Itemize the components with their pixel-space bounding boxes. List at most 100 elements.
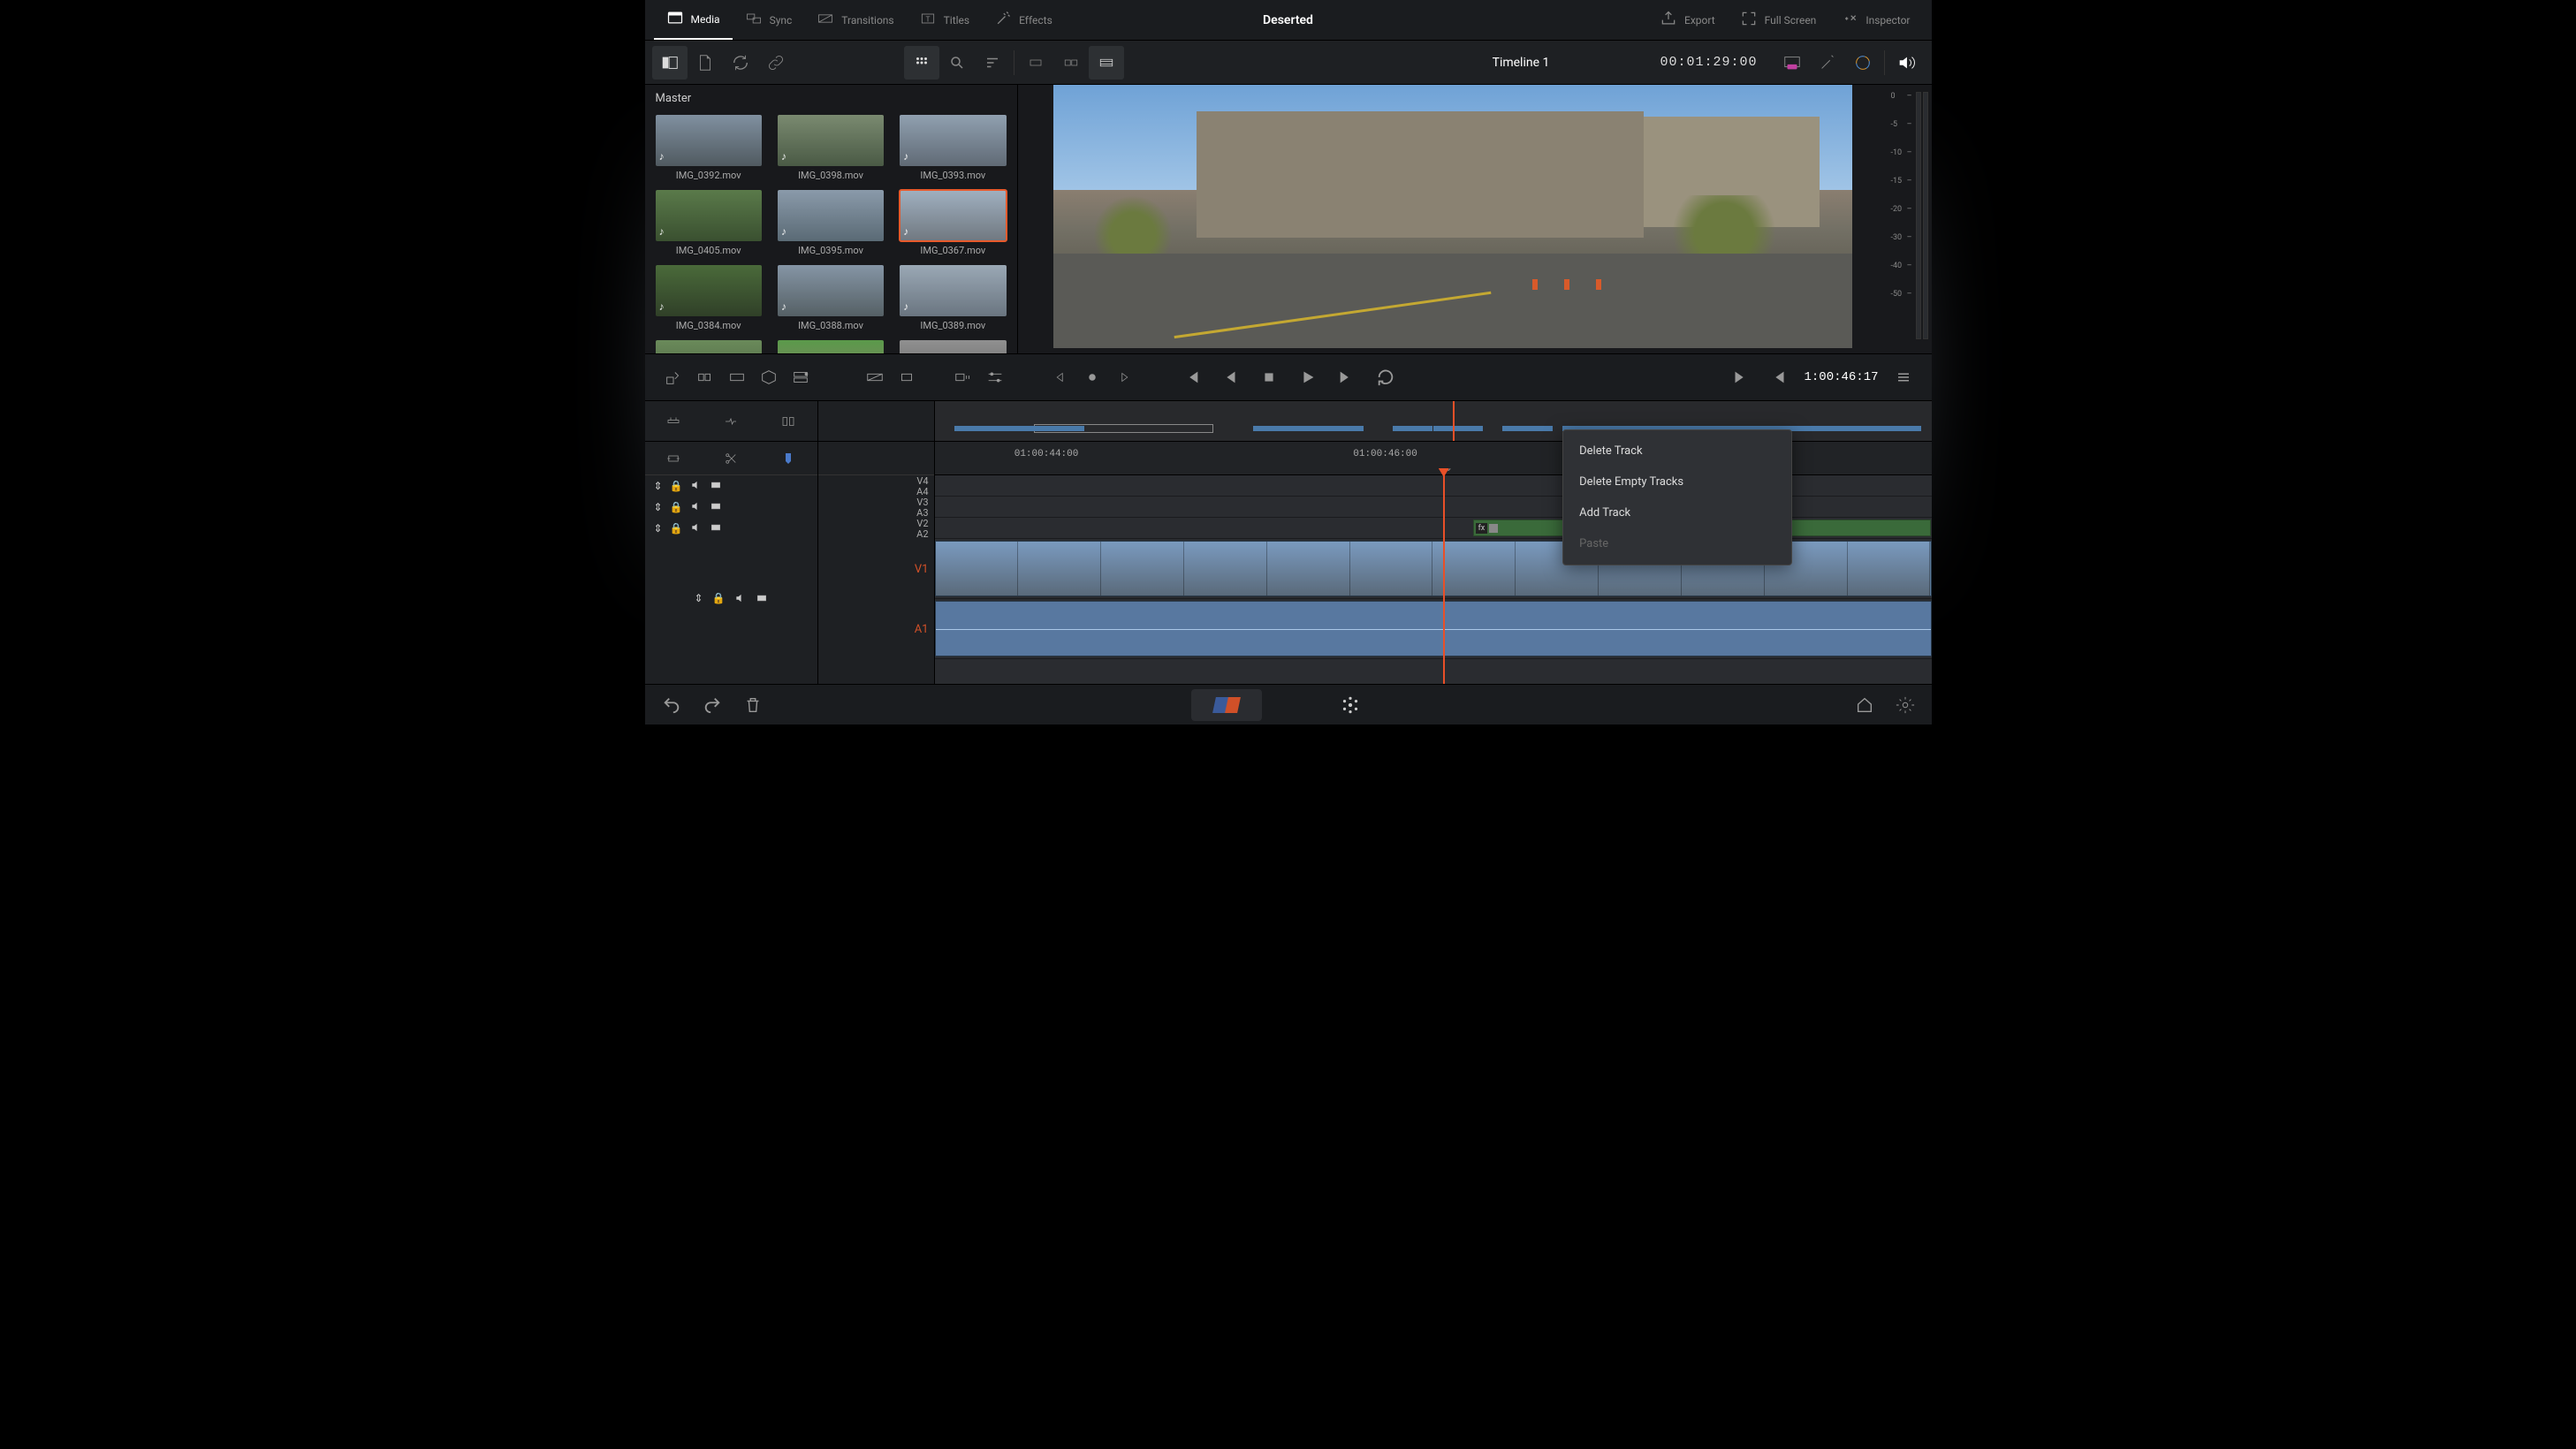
scissors-button[interactable]	[717, 444, 745, 473]
tl-tool-2[interactable]	[717, 407, 745, 436]
redo-button[interactable]	[700, 693, 725, 717]
sync-bin-button[interactable]	[723, 46, 758, 80]
select-mode-button[interactable]	[659, 444, 688, 473]
grid-view-button[interactable]	[904, 46, 939, 80]
collapse-icon[interactable]: ⇕	[654, 480, 663, 492]
lock-icon[interactable]: 🔒	[670, 522, 683, 535]
step-back-button[interactable]	[1216, 363, 1244, 391]
filmstrip-icon[interactable]	[756, 592, 768, 607]
go-to-start-button[interactable]	[1177, 363, 1205, 391]
clip-thumbnail[interactable]: ♪	[656, 190, 762, 241]
track-label-v4[interactable]: V4	[818, 475, 934, 486]
layout-toggle-button[interactable]	[652, 46, 688, 80]
mute-button[interactable]	[1888, 46, 1924, 80]
loop-button[interactable]	[1372, 363, 1400, 391]
speaker-icon[interactable]	[690, 521, 703, 536]
lock-icon[interactable]: 🔒	[670, 501, 683, 513]
tl-tool-1[interactable]	[659, 407, 688, 436]
play-button[interactable]	[1294, 363, 1322, 391]
track-label-v3[interactable]: V3	[818, 497, 934, 507]
clip-thumbnail[interactable]: ♪	[778, 115, 884, 166]
marker-tool-button[interactable]	[774, 444, 802, 473]
filmstrip-icon[interactable]	[710, 521, 722, 536]
insert-clip-button[interactable]	[659, 363, 688, 391]
prev-edit-button[interactable]	[1765, 363, 1793, 391]
clip-thumbnail[interactable]: ♪	[900, 115, 1006, 166]
clip-on-a1[interactable]	[935, 601, 1932, 656]
source-tape-button[interactable]	[1053, 46, 1089, 80]
next-edit-small-button[interactable]	[1110, 363, 1138, 391]
overview-clip[interactable]	[1433, 426, 1483, 431]
close-up-button[interactable]	[755, 363, 783, 391]
tools-dropdown[interactable]	[949, 363, 977, 391]
context-menu-item[interactable]: Add Track	[1563, 497, 1791, 528]
media-clip[interactable]: ♪	[656, 340, 762, 353]
fullscreen-button[interactable]: Full Screen	[1728, 10, 1829, 30]
tab-transitions[interactable]: Transitions	[804, 0, 906, 40]
tab-titles[interactable]: T Titles	[907, 0, 982, 40]
tab-media[interactable]: Media	[654, 0, 733, 40]
media-clip[interactable]: ♪IMG_0395.mov	[778, 190, 884, 256]
clip-thumbnail[interactable]: ♪	[900, 340, 1006, 353]
clip-thumbnail[interactable]: ♪	[778, 340, 884, 353]
bin-breadcrumb[interactable]: Master	[645, 85, 1017, 111]
playhead[interactable]	[1443, 475, 1445, 684]
media-clip[interactable]: ♪IMG_0393.mov	[900, 115, 1006, 181]
collapse-icon[interactable]: ⇕	[694, 592, 703, 607]
overview-clip[interactable]	[1064, 426, 1084, 431]
cut-button[interactable]	[893, 363, 921, 391]
export-button[interactable]: Export	[1647, 10, 1728, 30]
track-label-a4[interactable]: A4	[818, 486, 934, 497]
clip-thumbnail[interactable]: ♪	[656, 115, 762, 166]
track-label-a2[interactable]: A2	[818, 528, 934, 539]
timeline-tracks[interactable]: ⌄ 01:00:44:0001:00:46:00 fx Delete Track…	[935, 401, 1932, 684]
media-clip[interactable]: ♪	[900, 340, 1006, 353]
import-media-button[interactable]	[688, 46, 723, 80]
track-a1[interactable]	[935, 599, 1932, 659]
media-clip[interactable]: ♪IMG_0388.mov	[778, 265, 884, 331]
clip-thumbnail[interactable]: ♪	[778, 190, 884, 241]
media-clip[interactable]: ♪IMG_0389.mov	[900, 265, 1006, 331]
track-header-v2a2[interactable]: ⇕ 🔒	[645, 518, 817, 539]
color-sparkle-button[interactable]	[1845, 46, 1881, 80]
tab-effects[interactable]: Effects	[982, 0, 1065, 40]
clip-thumbnail[interactable]: ♪	[778, 265, 884, 316]
viewer-menu-button[interactable]	[1889, 363, 1918, 391]
timecode-display[interactable]: 00:01:29:00	[1660, 55, 1757, 70]
inspector-button[interactable]: Inspector	[1828, 10, 1922, 30]
bypass-fx-button[interactable]	[1810, 46, 1845, 80]
overview-clip[interactable]	[1393, 426, 1413, 431]
home-button[interactable]	[1852, 693, 1877, 717]
go-to-end-button[interactable]	[1333, 363, 1361, 391]
overview-clip[interactable]	[1253, 426, 1363, 431]
media-clip[interactable]: ♪IMG_0384.mov	[656, 265, 762, 331]
proxy-badge[interactable]	[1774, 46, 1810, 80]
track-header-v3a3[interactable]: ⇕ 🔒	[645, 497, 817, 518]
track-header-v4a4[interactable]: ⇕ 🔒	[645, 475, 817, 497]
speaker-icon[interactable]	[734, 592, 747, 607]
stop-button[interactable]	[1255, 363, 1283, 391]
other-page-button[interactable]	[1315, 689, 1386, 721]
context-menu-item[interactable]: Delete Track	[1563, 436, 1791, 467]
ripple-overwrite-button[interactable]	[723, 363, 751, 391]
overview-clip[interactable]	[1502, 426, 1552, 431]
link-clips-button[interactable]	[758, 46, 794, 80]
sort-button[interactable]	[975, 46, 1010, 80]
tab-sync[interactable]: Sync	[733, 0, 805, 40]
dual-viewer-button[interactable]	[1089, 46, 1124, 80]
track-label-a1[interactable]: A1	[818, 599, 934, 659]
media-clip[interactable]: ♪IMG_0405.mov	[656, 190, 762, 256]
prev-edit-small-button[interactable]	[1046, 363, 1075, 391]
context-menu-item[interactable]: Delete Empty Tracks	[1563, 467, 1791, 497]
clip-thumbnail[interactable]: ♪	[656, 265, 762, 316]
media-clip[interactable]: ♪IMG_0392.mov	[656, 115, 762, 181]
media-clip[interactable]: ♪	[778, 340, 884, 353]
search-button[interactable]	[939, 46, 975, 80]
undo-button[interactable]	[659, 693, 684, 717]
media-clip[interactable]: ♪IMG_0398.mov	[778, 115, 884, 181]
filmstrip-icon[interactable]	[710, 500, 722, 515]
dissolve-button[interactable]	[861, 363, 889, 391]
overview-clip[interactable]	[1413, 426, 1433, 431]
speaker-icon[interactable]	[690, 479, 703, 494]
lock-icon[interactable]: 🔒	[712, 592, 726, 607]
